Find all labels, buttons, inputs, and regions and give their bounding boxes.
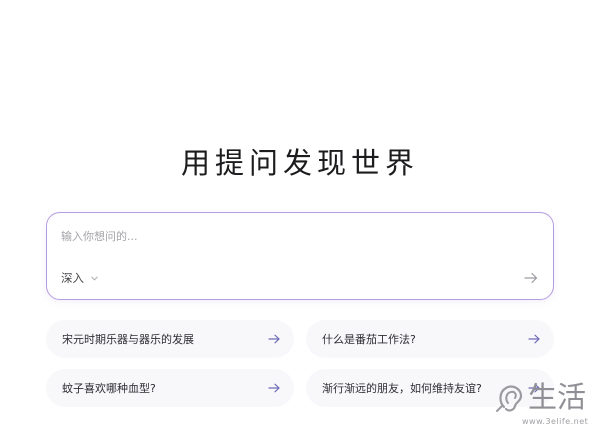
arrow-right-icon (268, 383, 280, 393)
suggestion-card[interactable]: 什么是番茄工作法? (306, 320, 554, 358)
mode-label: 深入 (61, 271, 84, 285)
watermark-url: www.3elife.net (522, 417, 589, 426)
search-box[interactable]: 深入 (46, 212, 554, 300)
arrow-right-icon (528, 334, 540, 344)
mode-dropdown[interactable]: 深入 (61, 270, 99, 286)
page-title: 用提问发现世界 (180, 146, 419, 180)
suggestion-text: 渐行渐远的朋友，如何维持友谊? (322, 382, 482, 395)
suggestion-card[interactable]: 宋元时期乐器与器乐的发展 (46, 320, 294, 358)
suggestion-text: 宋元时期乐器与器乐的发展 (62, 333, 194, 346)
suggestion-card[interactable]: 蚊子喜欢哪种血型? (46, 369, 294, 407)
watermark: 生活 www.3elife.net (494, 377, 594, 429)
watermark-text: 生活 (528, 380, 587, 414)
arrow-right-icon (524, 272, 538, 284)
ear-logo-icon (496, 385, 523, 412)
page: 用提问发现世界 深入 宋元时期乐器与器乐的发展 什么是番茄工作法? (0, 0, 600, 433)
chevron-down-icon (91, 276, 98, 280)
submit-button[interactable] (521, 269, 541, 287)
arrow-right-icon (268, 334, 280, 344)
suggestion-text: 蚊子喜欢哪种血型? (62, 382, 156, 395)
suggestion-text: 什么是番茄工作法? (322, 333, 416, 346)
search-input[interactable] (61, 225, 531, 247)
